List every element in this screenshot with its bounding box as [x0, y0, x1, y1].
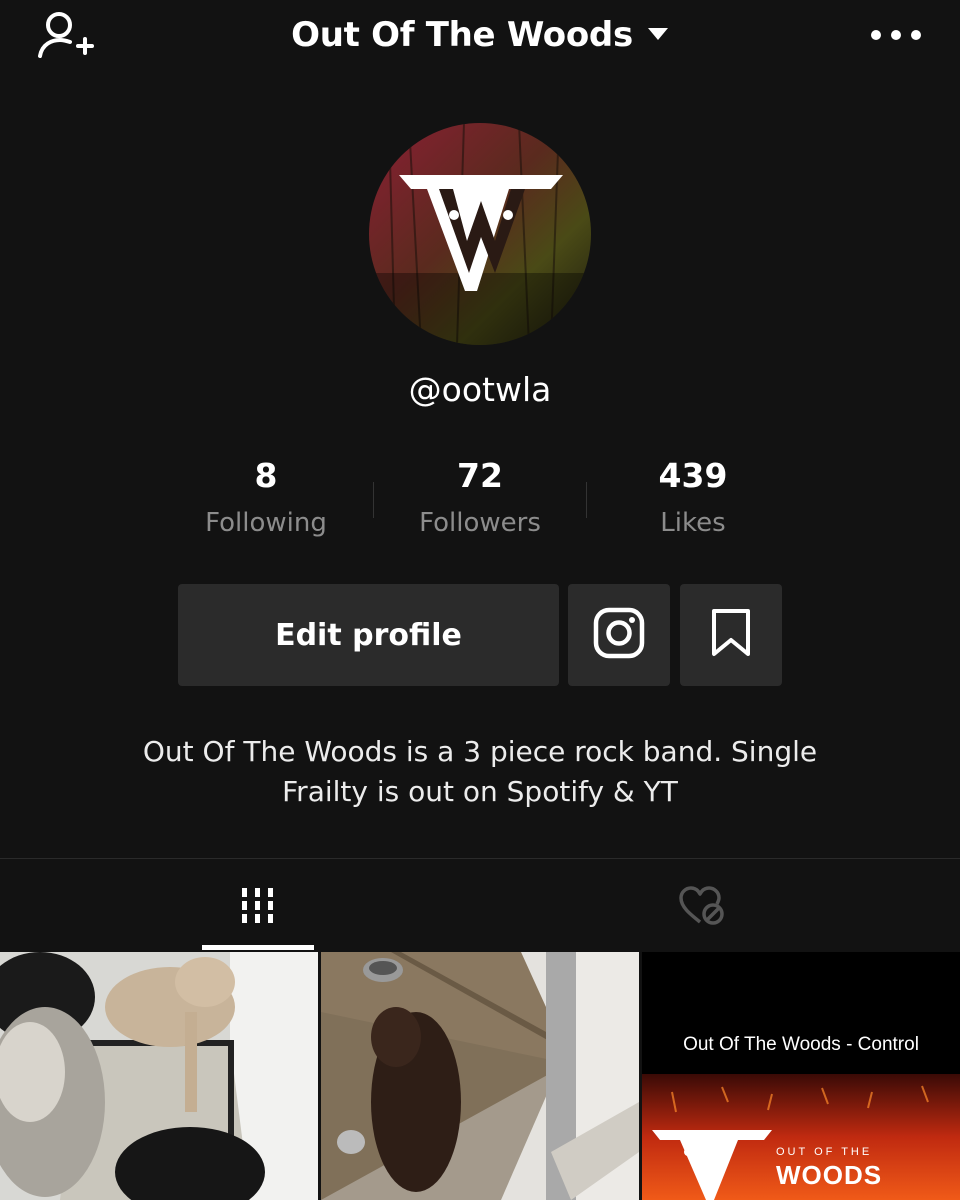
video-caption: Out Of The Woods - Control: [683, 1034, 919, 1055]
bio-line: Out Of The Woods is a 3 piece rock band.…: [142, 735, 818, 768]
account-switcher[interactable]: Out Of The Woods: [0, 10, 960, 60]
instagram-button[interactable]: [568, 584, 670, 686]
stat-value: 439: [658, 456, 728, 495]
logo-text: WOODS: [776, 1160, 883, 1190]
video-thumbnail[interactable]: [0, 952, 318, 1200]
video-thumbnail[interactable]: Out Of The Woods - Control OUT OF THE WO…: [642, 952, 960, 1200]
edit-profile-button[interactable]: Edit profile: [178, 584, 559, 686]
stat-value: 8: [254, 456, 278, 495]
profile-bio: Out Of The Woods is a 3 piece rock band.…: [100, 732, 860, 812]
stat-label: Following: [205, 508, 327, 538]
stat-label: Followers: [419, 508, 541, 538]
dropdown-caret-icon: [647, 26, 669, 45]
liked-hidden-icon: [678, 886, 726, 930]
tab-active-indicator: [202, 945, 314, 950]
bookmark-button[interactable]: [680, 584, 782, 686]
divider: [0, 858, 960, 859]
stat-label: Likes: [660, 508, 726, 538]
username-handle: @ootwla: [408, 370, 552, 409]
bookmark-icon: [710, 608, 752, 662]
tab-videos[interactable]: [202, 870, 314, 946]
video-thumbnail[interactable]: [321, 952, 639, 1200]
stat-following[interactable]: 8 Following: [159, 456, 373, 538]
instagram-icon: [593, 607, 645, 663]
stat-followers[interactable]: 72 Followers: [373, 456, 587, 538]
tab-liked[interactable]: [662, 870, 742, 946]
stat-value: 72: [457, 456, 503, 495]
stat-likes[interactable]: 439 Likes: [586, 456, 800, 538]
profile-title: Out Of The Woods: [291, 15, 633, 55]
avatar[interactable]: [369, 123, 591, 345]
logo-text: OUT OF THE: [776, 1146, 873, 1158]
more-icon[interactable]: [868, 20, 924, 50]
bio-line: Frailty is out on Spotify & YT: [282, 775, 678, 808]
grid-icon: [240, 887, 276, 929]
